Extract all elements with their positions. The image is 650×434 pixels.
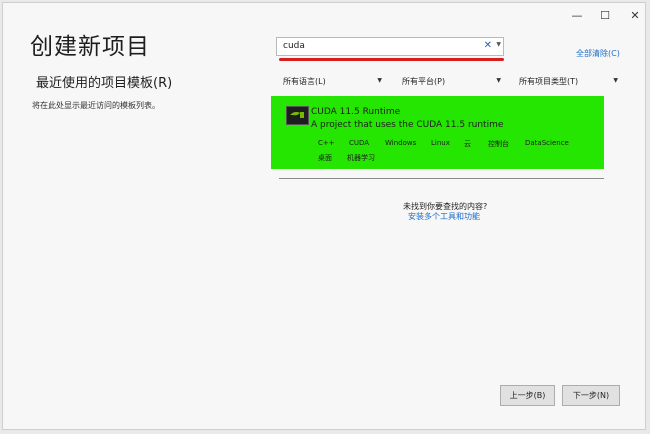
project-type-filter-label: 所有项目类型(T) — [519, 77, 579, 86]
clear-all-link[interactable]: 全部清除(C) — [576, 48, 620, 59]
chevron-down-icon: ▼ — [377, 77, 382, 84]
minimize-button[interactable]: — — [567, 8, 587, 24]
tag-machine-learning: 机器学习 — [347, 154, 375, 162]
search-history-dropdown-icon[interactable]: ▼ — [496, 41, 501, 48]
next-button[interactable]: 下一步(N) — [562, 385, 620, 406]
results-separator — [279, 178, 604, 179]
template-name-rest: 11.5 Runtime — [336, 107, 401, 117]
template-desc-suffix: 11.5 runtime — [442, 120, 504, 130]
back-button[interactable]: 上一步(B) — [500, 385, 555, 406]
template-search-input[interactable]: cuda ✕ ▼ — [276, 37, 504, 56]
platform-filter-dropdown[interactable]: 所有平台(P) ▼ — [398, 73, 503, 90]
tag-cpp: C++ — [318, 139, 335, 147]
page-title: 创建新项目 — [30, 34, 150, 60]
template-description: A project that uses the CUDA 11.5 runtim… — [311, 120, 503, 130]
nvidia-logo-icon — [286, 106, 309, 125]
tag-cloud: 云 — [464, 140, 471, 148]
dialog-window: — ☐ ✕ — [2, 2, 646, 430]
tag-windows: Windows — [385, 139, 417, 147]
tag-desktop: 桌面 — [318, 154, 332, 162]
recent-templates-empty-text: 将在此处显示最近访问的模板列表。 — [32, 101, 160, 110]
maximize-button[interactable]: ☐ — [595, 8, 615, 24]
recent-templates-heading: 最近使用的项目模板(R) — [36, 76, 173, 91]
install-tools-link[interactable]: 安装多个工具和功能 — [408, 211, 480, 222]
tag-console: 控制台 — [488, 140, 509, 148]
tag-cuda: CUDA — [349, 139, 370, 147]
platform-filter-label: 所有平台(P) — [402, 77, 446, 86]
chevron-down-icon: ▼ — [613, 77, 618, 84]
template-item-cuda-runtime[interactable]: CUDA 11.5 Runtime A project that uses th… — [271, 96, 604, 169]
close-button[interactable]: ✕ — [625, 8, 645, 24]
project-type-filter-dropdown[interactable]: 所有项目类型(T) ▼ — [515, 73, 620, 90]
tag-linux: Linux — [431, 139, 450, 147]
clear-search-icon[interactable]: ✕ — [484, 40, 492, 51]
language-filter-dropdown[interactable]: 所有语言(L) ▼ — [279, 73, 384, 90]
template-desc-highlight: CUDA — [416, 120, 443, 130]
template-name-highlight: CUDA — [311, 107, 337, 117]
template-name: CUDA 11.5 Runtime — [311, 107, 400, 117]
search-highlight-underline — [279, 58, 504, 61]
chevron-down-icon: ▼ — [496, 77, 501, 84]
template-desc-prefix: A project that uses the — [311, 120, 417, 130]
search-value: cuda — [283, 41, 305, 51]
tag-datascience: DataScience — [525, 139, 569, 147]
language-filter-label: 所有语言(L) — [283, 77, 326, 86]
